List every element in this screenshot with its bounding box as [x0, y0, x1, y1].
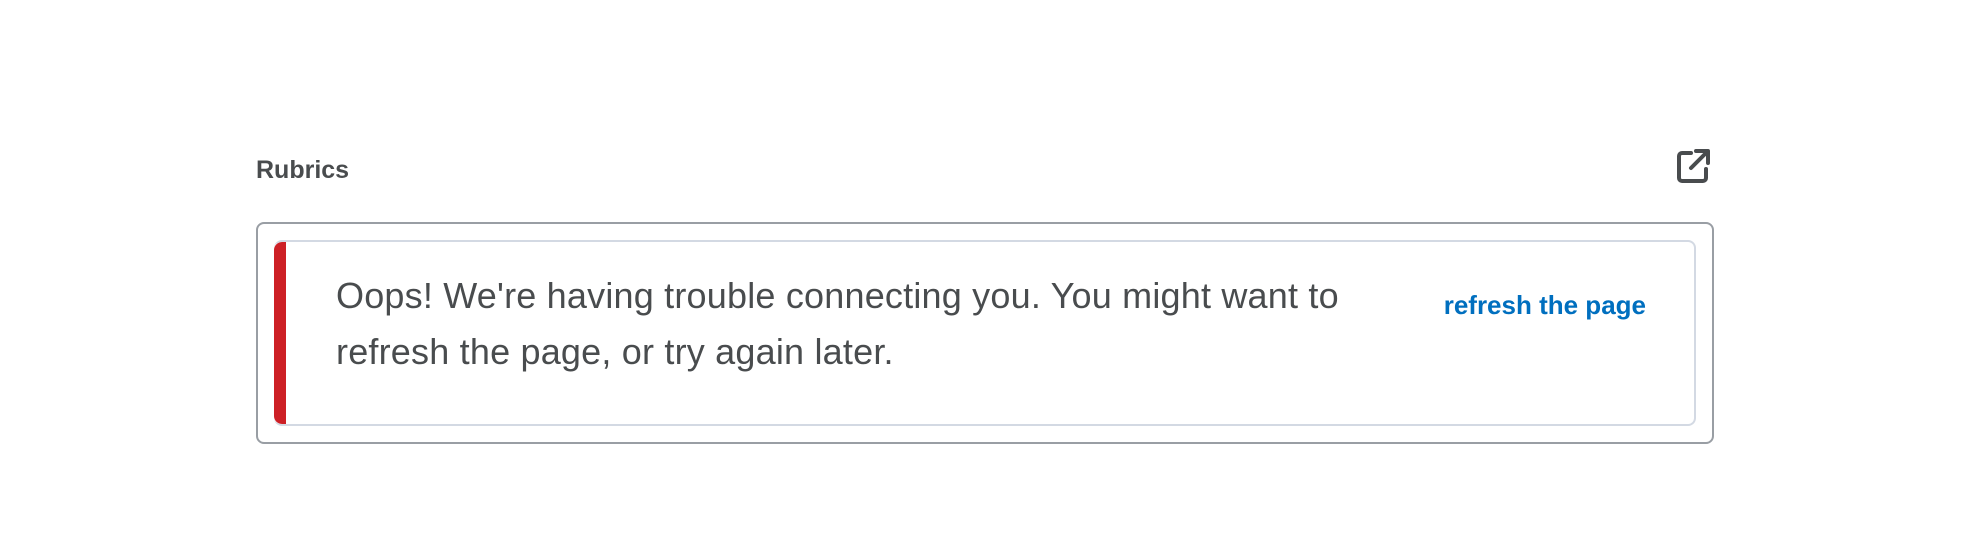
error-alert: Oops! We're having trouble connecting yo… [274, 240, 1696, 426]
rubrics-section: Rubrics Oops! We're having trouble conne… [256, 146, 1714, 444]
open-in-new-window-icon [1674, 147, 1712, 188]
section-title: Rubrics [256, 156, 350, 184]
alert-message: Oops! We're having trouble connecting yo… [336, 275, 1339, 372]
popout-button[interactable] [1672, 146, 1714, 188]
refresh-page-link[interactable]: refresh the page [1444, 290, 1646, 321]
alert-stripe [274, 242, 286, 424]
section-header: Rubrics [256, 146, 1714, 198]
rubrics-container: Oops! We're having trouble connecting yo… [256, 222, 1714, 444]
